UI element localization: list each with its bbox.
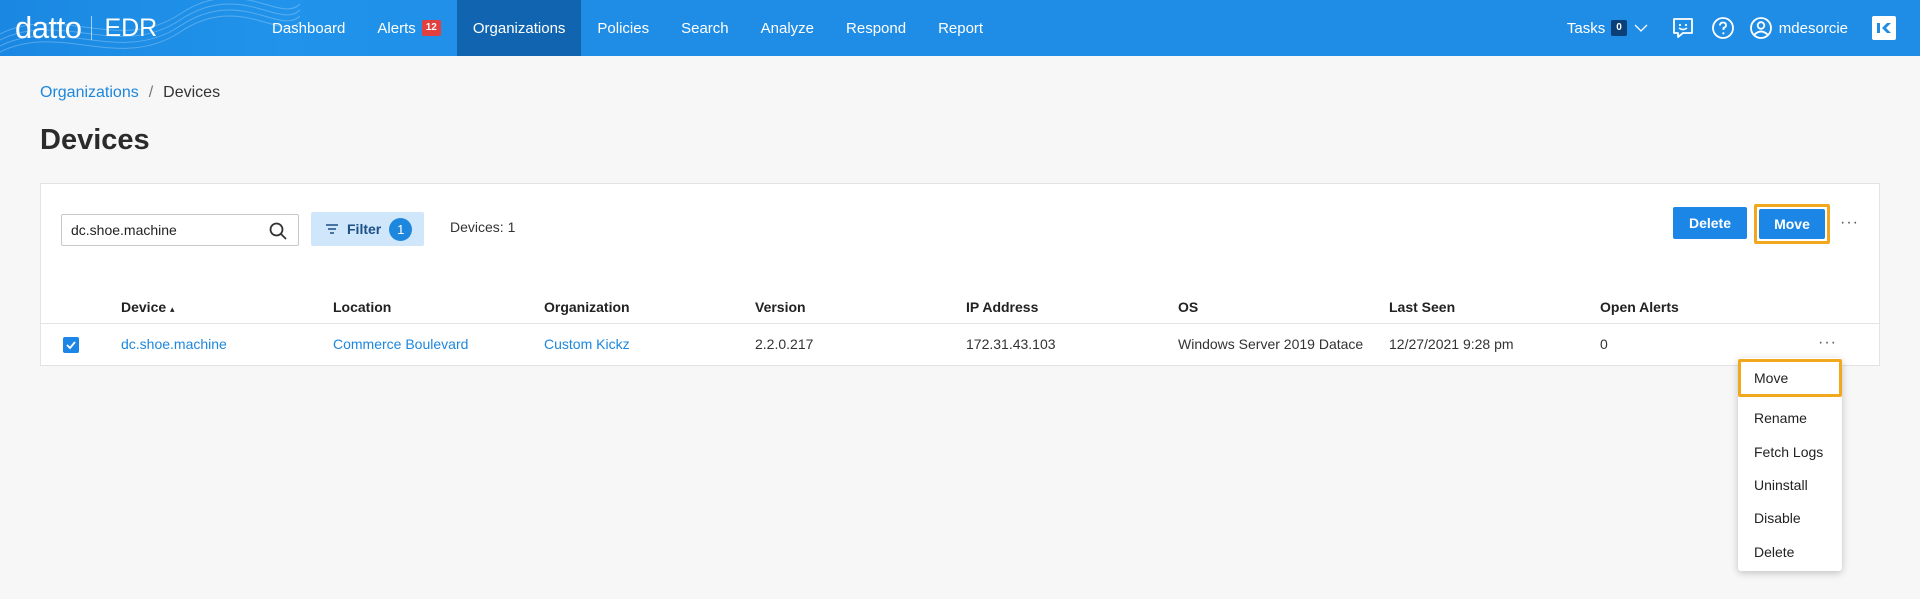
nav-search[interactable]: Search [665,0,745,56]
last-seen-cell: 12/27/2021 9:28 pm [1389,336,1514,352]
tasks-menu[interactable]: Tasks 0 [1567,20,1649,37]
nav-report-label: Report [938,19,984,37]
breadcrumb: Organizations / Devices [40,84,220,102]
menu-item-delete[interactable]: Delete [1754,544,1794,560]
username: mdesorcie [1778,19,1848,37]
toolbar-more-icon[interactable]: ··· [1840,214,1859,232]
nav-organizations-label: Organizations [472,19,566,37]
menu-item-uninstall[interactable]: Uninstall [1754,477,1808,493]
brand[interactable]: datto EDR [15,8,157,48]
search-input[interactable]: dc.shoe.machine [61,214,299,246]
nav-alerts-label: Alerts [377,19,416,37]
menu-item-move-label: Move [1754,370,1789,386]
menu-item-fetch-logs[interactable]: Fetch Logs [1754,444,1823,460]
column-header-device-label: Device [121,299,167,315]
column-header-open-alerts[interactable]: Open Alerts [1600,299,1679,315]
nav-analyze[interactable]: Analyze [745,0,830,56]
user-menu[interactable]: mdesorcie [1749,16,1848,40]
open-alerts-cell: 0 [1600,336,1608,352]
filter-count-badge: 1 [389,217,413,241]
breadcrumb-organizations-link[interactable]: Organizations [40,84,139,102]
nav-right: Tasks 0 mdesorcie [1567,0,1920,56]
help-icon[interactable] [1710,15,1736,41]
nav-report[interactable]: Report [922,0,999,56]
menu-item-disable[interactable]: Disable [1754,510,1801,526]
search-icon[interactable] [268,221,288,241]
breadcrumb-separator: / [148,84,154,101]
column-header-ip-address[interactable]: IP Address [966,299,1038,315]
filter-icon [326,224,338,234]
user-avatar-icon [1749,17,1772,39]
delete-button[interactable]: Delete [1673,207,1747,239]
nav-respond[interactable]: Respond [830,0,922,56]
row-more-icon[interactable]: ··· [1818,334,1837,352]
column-header-last-seen[interactable]: Last Seen [1389,299,1455,315]
organization-link[interactable]: Custom Kickz [544,336,630,352]
row-checkbox[interactable] [63,337,79,353]
version-cell: 2.2.0.217 [755,336,814,352]
filter-button[interactable]: Filter 1 [311,212,424,246]
alerts-count-badge: 12 [421,20,441,36]
column-header-location[interactable]: Location [333,299,391,315]
filter-label: Filter [347,221,382,237]
menu-item-move[interactable]: Move [1738,359,1842,397]
brand-product: EDR [104,13,158,42]
nav-policies-label: Policies [597,19,650,37]
feedback-icon[interactable] [1670,15,1696,41]
tasks-count-badge: 0 [1611,20,1627,36]
devices-card: dc.shoe.machine Filter 1 Devices: 1 Dele… [40,183,1880,366]
table-row[interactable]: dc.shoe.machine Commerce Boulevard Custo… [41,324,1879,365]
search-input-value: dc.shoe.machine [71,222,177,238]
nav-policies[interactable]: Policies [581,0,665,56]
brand-logo: datto [15,10,82,45]
page-title: Devices [40,124,150,156]
kaseya-logo-icon[interactable] [1872,16,1896,40]
column-header-device[interactable]: Device ▴ [121,299,175,315]
move-button[interactable]: Move [1759,209,1825,239]
os-cell: Windows Server 2019 Datace [1178,336,1364,352]
column-header-os[interactable]: OS [1178,299,1198,315]
devices-count: Devices: 1 [450,219,516,235]
top-nav: datto EDR Dashboard Alerts 12 Organizati… [0,0,1920,56]
device-name-link[interactable]: dc.shoe.machine [121,336,227,352]
nav-search-label: Search [681,19,729,37]
tasks-label: Tasks [1566,19,1606,37]
nav-respond-label: Respond [846,19,907,37]
main-nav: Dashboard Alerts 12 Organizations Polici… [256,0,999,56]
ip-address-cell: 172.31.43.103 [966,336,1056,352]
menu-item-rename[interactable]: Rename [1754,410,1807,426]
nav-dashboard[interactable]: Dashboard [256,0,361,56]
nav-alerts[interactable]: Alerts 12 [361,0,456,56]
checkmark-icon [66,341,76,350]
table-header: Device ▴ Location Organization Version I… [41,292,1879,324]
location-link[interactable]: Commerce Boulevard [333,336,468,352]
sort-ascending-icon: ▴ [170,304,175,314]
column-header-version[interactable]: Version [755,299,806,315]
move-button-highlight: Move [1754,204,1830,244]
nav-dashboard-label: Dashboard [272,19,346,37]
column-header-organization[interactable]: Organization [544,299,630,315]
nav-analyze-label: Analyze [760,19,815,37]
nav-organizations[interactable]: Organizations [456,0,582,56]
chevron-down-icon [1634,24,1648,32]
brand-divider [91,16,93,40]
breadcrumb-current: Devices [163,84,221,101]
